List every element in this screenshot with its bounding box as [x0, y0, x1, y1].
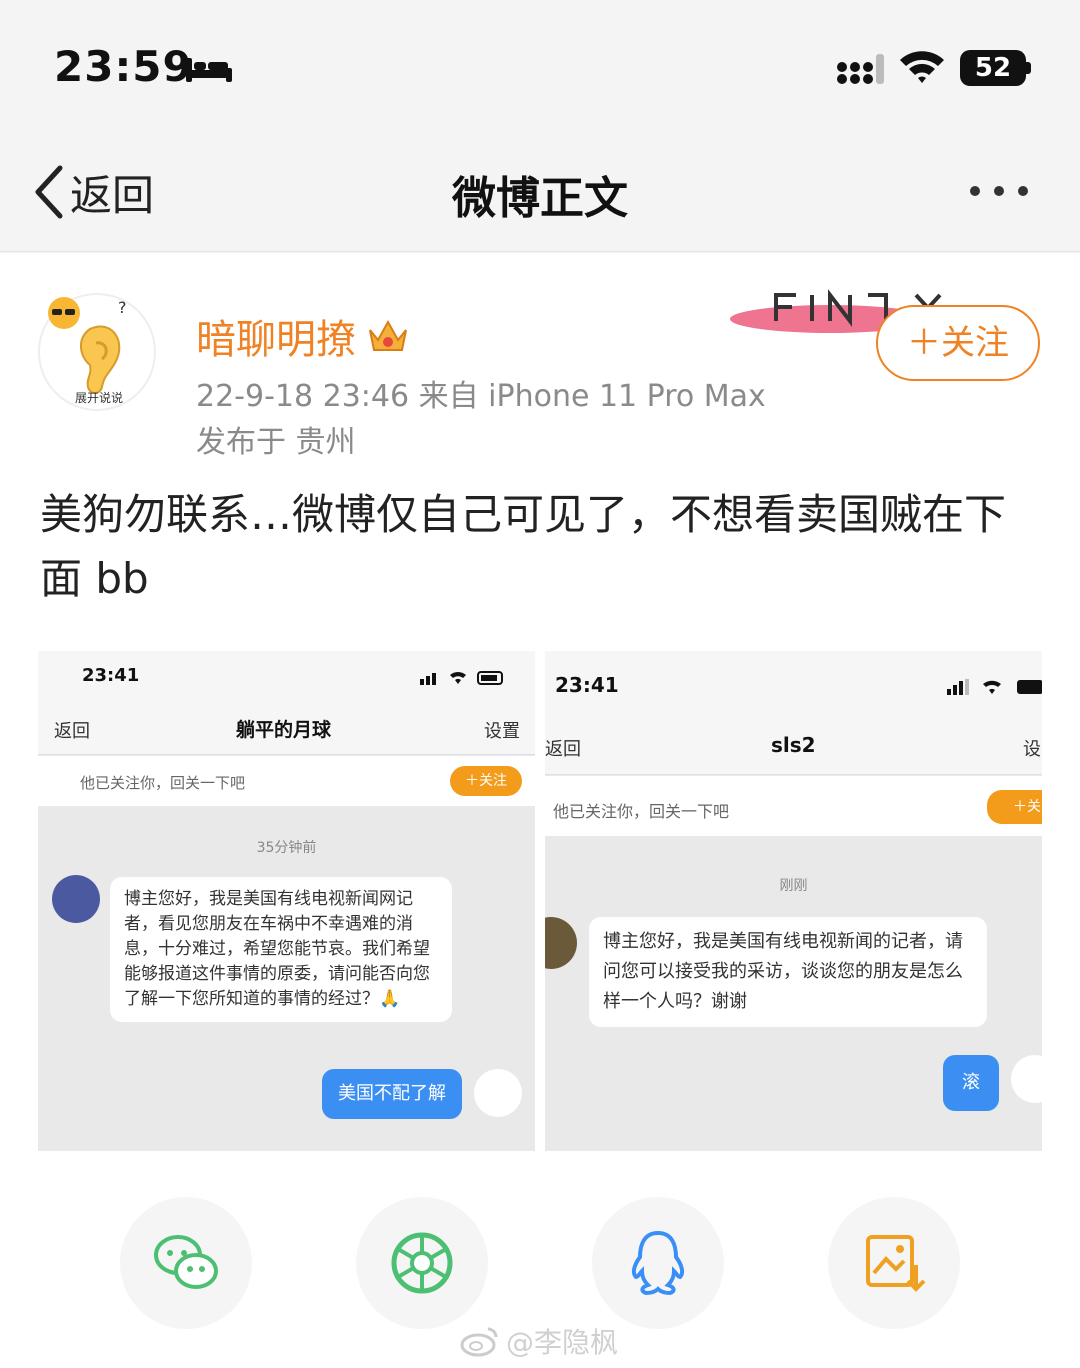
image-reply-bubble: 滚 [943, 1055, 999, 1111]
more-dot-icon [994, 186, 1004, 196]
post-content: ? 展开说说 暗聊明撩 22-9-18 23:46 来自 iPhone 11 P… [0, 253, 1080, 1368]
battery-tip [1026, 62, 1031, 74]
back-button[interactable]: 返回 [30, 160, 154, 224]
image-chat-title: 躺平的月球 [236, 719, 332, 741]
image-status-time: 23:41 [82, 665, 140, 686]
image-follow-button: ＋关注 [450, 766, 522, 796]
follow-button[interactable]: ＋关注 [876, 305, 1040, 381]
wifi-icon [900, 51, 944, 83]
cellular-signal-icon [837, 54, 884, 84]
image-timestamp: 刚刚 [779, 878, 808, 894]
image-self-avatar [1011, 1055, 1042, 1103]
image-status-icons [420, 671, 503, 685]
image-follow-hint: 他已关注你，回关一下吧 [553, 802, 730, 821]
image-sender-avatar [545, 917, 577, 969]
wechat-icon [154, 1235, 218, 1289]
image-message-bubble: 博主您好，我是美国有线电视新闻网记者，看见您朋友在车祸中不幸遇难的消息，十分难过… [110, 877, 452, 1022]
image-back-label: 返回 [54, 721, 90, 742]
avatar-caption: 展开说说 [74, 391, 123, 405]
more-dot-icon [970, 186, 980, 196]
save-image-icon [866, 1235, 926, 1292]
image-sender-avatar [52, 875, 100, 923]
battery-indicator: 52 [960, 50, 1026, 86]
qq-icon [631, 1230, 685, 1296]
username-text: 暗聊明撩 [196, 317, 356, 363]
more-dot-icon [1018, 186, 1028, 196]
image-timestamp: 35分钟前 [256, 840, 317, 856]
moments-icon [391, 1232, 453, 1294]
share-qq-button[interactable] [592, 1197, 724, 1329]
image-follow-button: ＋关 [987, 790, 1042, 824]
weibo-watermark: @李隐枫 [460, 1321, 618, 1361]
watermark-text: @李隐枫 [506, 1326, 619, 1359]
status-time: 23:59 [54, 42, 193, 91]
chevron-left-icon [35, 165, 63, 219]
save-image-button[interactable] [828, 1197, 960, 1329]
image-follow-hint: 他已关注你，回关一下吧 [80, 774, 246, 792]
image-header: 23:41 返回 躺平的月球 设置 [38, 651, 535, 755]
image-follow-bar: 他已关注你，回关一下吧 ＋关注 [38, 756, 535, 806]
image-chat-title: sls2 [771, 733, 816, 757]
image-status-icons [947, 679, 1042, 695]
post-image-2[interactable]: 23:41 返回 sls2 设 他已关注你，回关一下吧 ＋关 刚刚 博主您好，我… [545, 651, 1042, 1151]
post-text: 美狗勿联系…微博仅自己可见了，不想看卖国贼在下面 bb [40, 490, 1007, 603]
sleep-bed-icon [186, 58, 232, 82]
share-wechat-button[interactable] [120, 1197, 252, 1329]
post-image-1[interactable]: 23:41 返回 躺平的月球 设置 他已关注你，回关一下吧 ＋关注 35分钟前 … [38, 651, 535, 1151]
back-label: 返回 [70, 170, 155, 220]
image-header: 23:41 返回 sls2 设 [545, 651, 1042, 775]
status-bar: 23:59 52 [0, 0, 1080, 130]
share-moments-button[interactable] [356, 1197, 488, 1329]
weibo-logo-icon [460, 1327, 498, 1357]
image-settings-label: 设 [1023, 739, 1041, 760]
avatar[interactable]: ? 展开说说 [38, 293, 156, 411]
image-back-label: 返回 [545, 739, 581, 760]
svg-text:?: ? [118, 298, 127, 317]
page-title: 微博正文 [452, 173, 628, 224]
image-follow-bar: 他已关注你，回关一下吧 ＋关 [545, 776, 1042, 836]
image-settings-label: 设置 [484, 721, 520, 742]
username[interactable]: 暗聊明撩 [196, 307, 410, 365]
more-options-button[interactable] [970, 176, 1050, 206]
image-self-avatar [474, 1069, 522, 1117]
nav-bar: 返回 微博正文 [0, 130, 1080, 252]
image-reply-bubble: 美国不配了解 [322, 1069, 462, 1119]
post-location: 发布于 贵州 [196, 425, 356, 460]
image-message-bubble: 博主您好，我是美国有线电视新闻的记者，请问您可以接受我的采访，谈谈您的朋友是怎么… [589, 917, 987, 1027]
post-meta: 22-9-18 23:46 来自 iPhone 11 Pro Max [196, 379, 766, 414]
vip-crown-icon [369, 319, 407, 351]
image-status-time: 23:41 [555, 673, 619, 697]
